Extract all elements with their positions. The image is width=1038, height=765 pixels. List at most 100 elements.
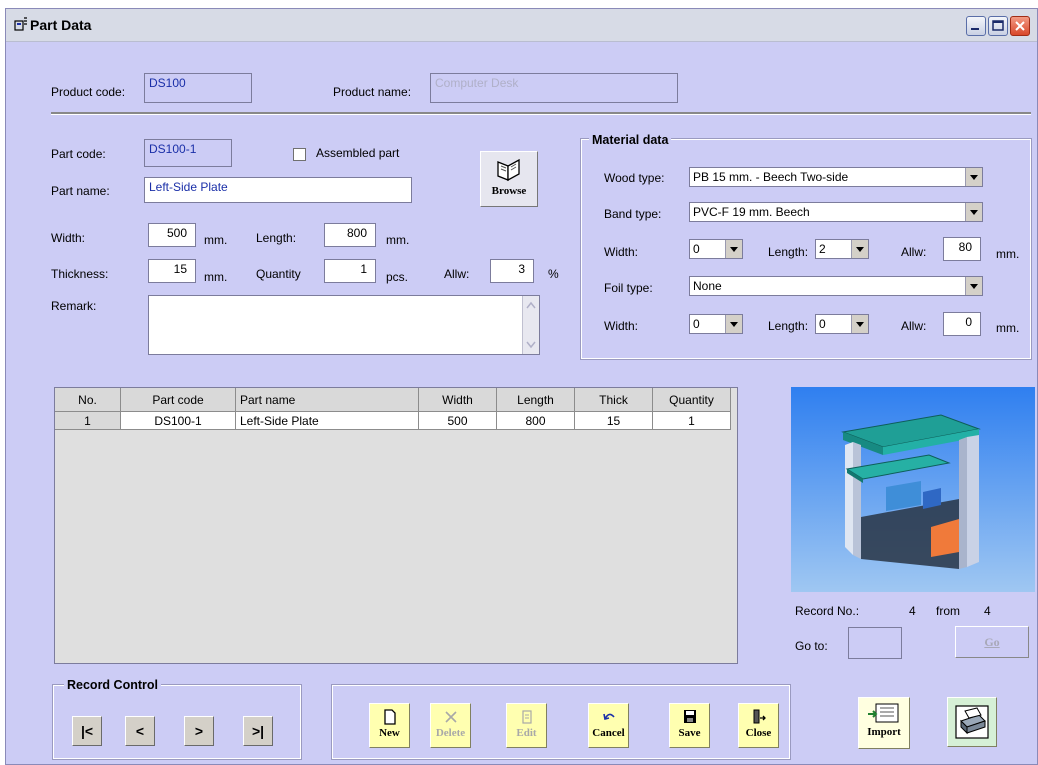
part-name-input[interactable]: Left-Side Plate: [144, 177, 412, 203]
print-button[interactable]: [947, 697, 997, 747]
scroll-up-icon: [526, 301, 536, 309]
maximize-icon: [992, 20, 1004, 31]
new-doc-icon: [383, 709, 396, 725]
next-record-button[interactable]: >: [184, 716, 214, 746]
band-length-select[interactable]: 2: [815, 239, 869, 259]
band-width-select[interactable]: 0: [689, 239, 743, 259]
chevron-down-icon: [965, 203, 982, 221]
remark-scrollbar[interactable]: [522, 296, 539, 354]
table-header-quantity[interactable]: Quantity: [653, 388, 731, 412]
close-window-button[interactable]: [1010, 16, 1030, 36]
last-record-button[interactable]: >|: [243, 716, 273, 746]
record-control-title: Record Control: [64, 678, 161, 692]
assembled-part-label: Assembled part: [316, 146, 400, 160]
desk-3d-image: [791, 387, 1035, 592]
goto-input[interactable]: [848, 627, 902, 659]
header-separator: [51, 112, 1031, 115]
foil-allw-unit: mm.: [996, 321, 1020, 335]
foil-width-label: Width:: [604, 319, 639, 333]
part-code-label: Part code:: [51, 147, 106, 161]
band-width-label: Width:: [604, 245, 639, 259]
wood-type-select[interactable]: PB 15 mm. - Beech Two-side: [689, 167, 983, 187]
remark-textarea[interactable]: [148, 295, 540, 355]
chevron-down-icon: [725, 240, 742, 258]
save-button[interactable]: Save: [669, 703, 710, 748]
prev-record-button[interactable]: <: [125, 716, 155, 746]
allw-unit: %: [548, 267, 559, 281]
part-name-label: Part name:: [51, 184, 110, 198]
thickness-unit: mm.: [204, 270, 228, 284]
foil-allw-input[interactable]: 0: [943, 312, 981, 336]
close-button[interactable]: Close: [738, 703, 779, 748]
band-width-value: 0: [693, 242, 700, 256]
computer-desk-illustration: [841, 414, 981, 569]
table-header-part-name[interactable]: Part name: [236, 388, 419, 412]
record-no-value: 4: [909, 604, 916, 618]
table-header-thick[interactable]: Thick: [575, 388, 653, 412]
minimize-button[interactable]: [966, 16, 986, 36]
band-allw-input[interactable]: 80: [943, 237, 981, 261]
product-name-field[interactable]: Computer Desk: [430, 73, 678, 103]
width-label: Width:: [51, 231, 86, 245]
chevron-down-icon: [851, 315, 868, 333]
thickness-input[interactable]: 15: [148, 259, 196, 283]
edit-button[interactable]: Edit: [506, 703, 547, 748]
band-length-label: Length:: [768, 245, 809, 259]
part-code-field[interactable]: DS100-1: [144, 139, 232, 167]
maximize-button[interactable]: [988, 16, 1008, 36]
length-unit: mm.: [386, 233, 410, 247]
band-type-select[interactable]: PVC-F 19 mm. Beech: [689, 202, 983, 222]
table-row[interactable]: 1 DS100-1 Left-Side Plate 500 800 15 1: [55, 412, 731, 430]
foil-length-select[interactable]: 0: [815, 314, 869, 334]
first-record-button[interactable]: |<: [72, 716, 102, 746]
quantity-label: Quantity: [256, 267, 301, 281]
band-allw-label: Allw:: [901, 245, 927, 259]
parts-table[interactable]: No. Part code Part name Width Length Thi…: [54, 387, 738, 664]
cancel-button[interactable]: Cancel: [588, 703, 629, 748]
foil-length-label: Length:: [768, 319, 809, 333]
material-data-title: Material data: [589, 133, 672, 147]
new-button[interactable]: New: [369, 703, 410, 748]
foil-width-select[interactable]: 0: [689, 314, 743, 334]
table-cell-thick: 15: [575, 412, 653, 430]
table-cell-no: 1: [55, 412, 121, 430]
chevron-down-icon: [965, 277, 982, 295]
band-type-label: Band type:: [604, 207, 662, 221]
book-icon: [497, 158, 520, 182]
band-type-value: PVC-F 19 mm. Beech: [693, 205, 810, 219]
foil-type-select[interactable]: None: [689, 276, 983, 296]
delete-button[interactable]: Delete: [430, 703, 471, 748]
assembled-part-checkbox[interactable]: [293, 148, 306, 161]
length-label: Length:: [256, 231, 297, 245]
table-header-width[interactable]: Width: [419, 388, 497, 412]
printer-icon: [955, 705, 989, 739]
allw-input[interactable]: 3: [490, 259, 534, 283]
quantity-input[interactable]: 1: [324, 259, 376, 283]
table-header-part-code[interactable]: Part code: [121, 388, 236, 412]
wood-type-value: PB 15 mm. - Beech Two-side: [693, 170, 849, 184]
save-label: Save: [678, 727, 701, 739]
import-button[interactable]: Import: [858, 697, 910, 749]
table-header-no[interactable]: No.: [55, 388, 121, 412]
table-cell-part-name: Left-Side Plate: [236, 412, 419, 430]
width-input[interactable]: 500: [148, 223, 196, 247]
foil-type-value: None: [693, 279, 722, 293]
quantity-unit: pcs.: [386, 270, 409, 284]
new-label: New: [379, 727, 400, 739]
browse-button[interactable]: Browse: [480, 151, 538, 207]
foil-length-value: 0: [819, 317, 826, 331]
part-data-window: Part Data Product code: DS100 Product na…: [5, 8, 1038, 765]
import-icon: [868, 703, 899, 723]
import-label: Import: [867, 726, 901, 738]
table-header-length[interactable]: Length: [497, 388, 575, 412]
foil-allw-label: Allw:: [901, 319, 927, 333]
go-button[interactable]: Go: [955, 626, 1029, 658]
close-label: Close: [745, 727, 772, 739]
table-cell-length: 800: [497, 412, 575, 430]
thickness-label: Thickness:: [51, 267, 109, 281]
length-input[interactable]: 800: [324, 223, 376, 247]
record-from-value: 4: [984, 604, 991, 618]
product-code-field[interactable]: DS100: [144, 73, 252, 103]
record-from-label: from: [936, 604, 960, 618]
exit-door-icon: [753, 709, 766, 724]
